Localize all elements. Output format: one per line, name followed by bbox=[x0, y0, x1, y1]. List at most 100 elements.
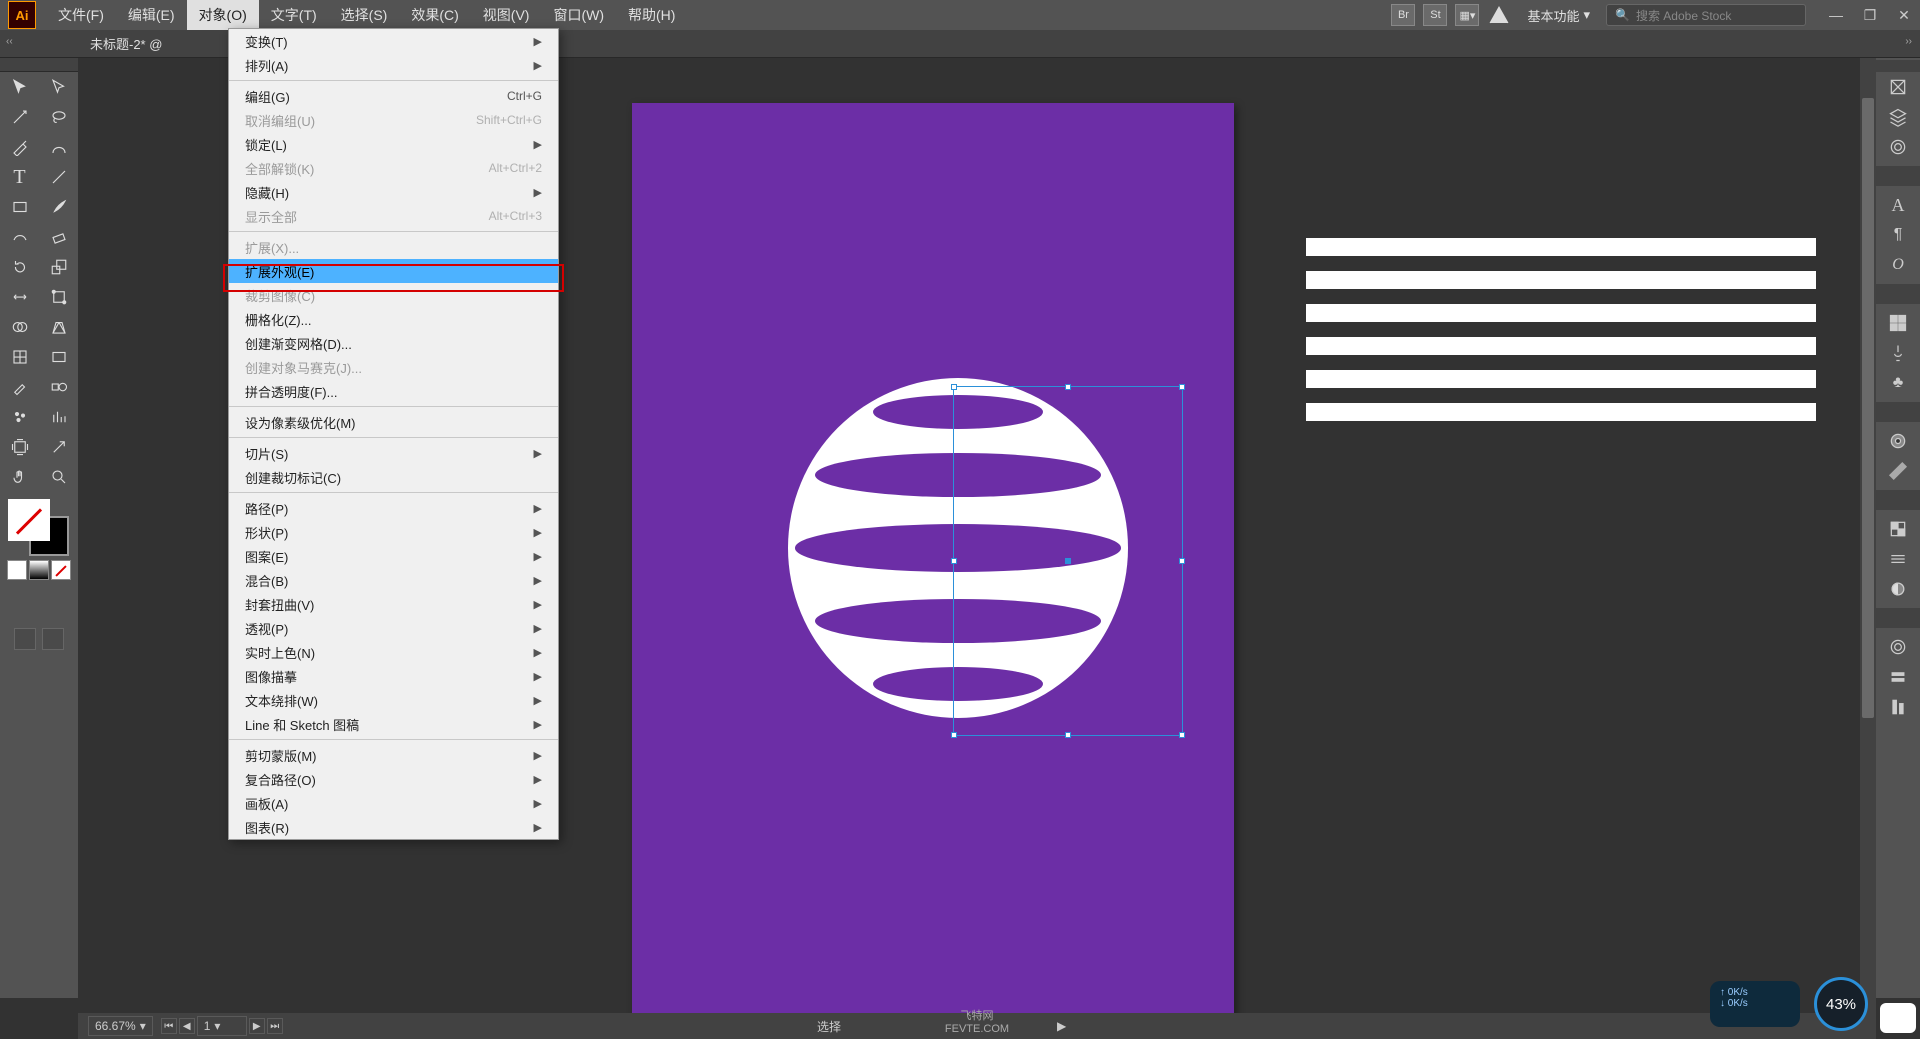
swatches-panel-icon[interactable] bbox=[1881, 308, 1915, 338]
none-mode-btn[interactable] bbox=[51, 560, 71, 580]
menu-item-图表R[interactable]: 图表(R)▶ bbox=[229, 815, 558, 839]
align-panel-icon[interactable] bbox=[1881, 692, 1915, 722]
menu-item-路径P[interactable]: 路径(P)▶ bbox=[229, 496, 558, 520]
menu-item-封套扭曲V[interactable]: 封套扭曲(V)▶ bbox=[229, 592, 558, 616]
menu-item-形状P[interactable]: 形状(P)▶ bbox=[229, 520, 558, 544]
menu-file[interactable]: 文件(F) bbox=[46, 0, 116, 30]
menu-item-图像描摹[interactable]: 图像描摹▶ bbox=[229, 664, 558, 688]
menu-item-创建渐变网格D[interactable]: 创建渐变网格(D)... bbox=[229, 331, 558, 355]
menu-select[interactable]: 选择(S) bbox=[329, 0, 400, 30]
appearance-panel-icon[interactable] bbox=[1881, 632, 1915, 662]
graph-tool[interactable] bbox=[39, 402, 78, 432]
free-transform-tool[interactable] bbox=[39, 282, 78, 312]
pen-tool[interactable] bbox=[0, 132, 39, 162]
menu-item-Line和Sketch图稿[interactable]: Line 和 Sketch 图稿▶ bbox=[229, 712, 558, 736]
collapse-chev-right-icon[interactable]: ›› bbox=[1905, 36, 1912, 47]
blend-tool[interactable] bbox=[39, 372, 78, 402]
menu-item-扩展外观E[interactable]: 扩展外观(E) bbox=[229, 259, 558, 283]
gradient-panel-icon[interactable] bbox=[1881, 574, 1915, 604]
menu-item-文本绕排W[interactable]: 文本绕排(W)▶ bbox=[229, 688, 558, 712]
menu-item-图案E[interactable]: 图案(E)▶ bbox=[229, 544, 558, 568]
layers-panel-icon[interactable] bbox=[1881, 102, 1915, 132]
gradient-tool[interactable] bbox=[39, 342, 78, 372]
mesh-tool[interactable] bbox=[0, 342, 39, 372]
search-input[interactable]: 🔍 搜索 Adobe Stock bbox=[1606, 4, 1806, 26]
menu-item-变换T[interactable]: 变换(T)▶ bbox=[229, 29, 558, 53]
collapse-chev-icon[interactable]: ‹‹ bbox=[6, 36, 13, 47]
rectangle-tool[interactable] bbox=[0, 192, 39, 222]
paragraph-panel-icon[interactable]: ¶ bbox=[1881, 220, 1915, 250]
arrange-docs-button[interactable]: ▦▾ bbox=[1455, 4, 1479, 26]
last-artboard-btn[interactable]: ⏭ bbox=[267, 1018, 283, 1034]
scale-tool[interactable] bbox=[39, 252, 78, 282]
play-icon[interactable]: ▶ bbox=[1057, 1019, 1066, 1033]
hand-tool[interactable] bbox=[0, 462, 39, 492]
menu-item-剪切蒙版M[interactable]: 剪切蒙版(M)▶ bbox=[229, 743, 558, 767]
stock-button[interactable]: St bbox=[1423, 4, 1447, 26]
magic-wand-tool[interactable] bbox=[0, 102, 39, 132]
opentype-panel-icon[interactable]: O bbox=[1881, 250, 1915, 280]
rotate-tool[interactable] bbox=[0, 252, 39, 282]
width-tool[interactable] bbox=[0, 282, 39, 312]
zoom-tool[interactable] bbox=[39, 462, 78, 492]
window-close[interactable]: ✕ bbox=[1896, 7, 1912, 23]
symbols-panel-icon[interactable]: ♣ bbox=[1881, 368, 1915, 398]
selection-tool[interactable] bbox=[0, 72, 39, 102]
vertical-scrollbar[interactable] bbox=[1860, 58, 1876, 1013]
menu-item-设为像素级优化M[interactable]: 设为像素级优化(M) bbox=[229, 410, 558, 434]
selection-bounding-box[interactable] bbox=[953, 386, 1183, 736]
graphic-styles-panel-icon[interactable] bbox=[1881, 662, 1915, 692]
shape-builder-tool[interactable] bbox=[0, 312, 39, 342]
type-tool[interactable]: T bbox=[0, 162, 39, 192]
prev-artboard-btn[interactable]: ◀ bbox=[179, 1018, 195, 1034]
menu-item-混合B[interactable]: 混合(B)▶ bbox=[229, 568, 558, 592]
source-stripes[interactable] bbox=[1306, 238, 1816, 421]
direct-selection-tool[interactable] bbox=[39, 72, 78, 102]
menu-item-切片S[interactable]: 切片(S)▶ bbox=[229, 441, 558, 465]
gradient-mode-btn[interactable] bbox=[29, 560, 49, 580]
character-panel-icon[interactable]: A bbox=[1881, 190, 1915, 220]
gpu-icon[interactable] bbox=[1487, 4, 1511, 26]
brush-tool[interactable] bbox=[39, 192, 78, 222]
curvature-tool[interactable] bbox=[39, 132, 78, 162]
shaper-tool[interactable] bbox=[0, 222, 39, 252]
window-restore[interactable]: ❐ bbox=[1862, 7, 1878, 23]
zoom-dropdown[interactable]: 66.67% ▾ bbox=[88, 1016, 153, 1036]
fill-swatch[interactable] bbox=[9, 500, 49, 540]
color-guide-panel-icon[interactable] bbox=[1881, 456, 1915, 486]
color-mode-btn[interactable] bbox=[7, 560, 27, 580]
symbol-tool[interactable] bbox=[0, 402, 39, 432]
tool-panel-head[interactable] bbox=[0, 58, 78, 72]
menu-item-排列A[interactable]: 排列(A)▶ bbox=[229, 53, 558, 77]
fill-stroke-swatch[interactable] bbox=[9, 500, 69, 556]
stroke-panel-icon[interactable] bbox=[1881, 544, 1915, 574]
line-tool[interactable] bbox=[39, 162, 78, 192]
slice-tool[interactable] bbox=[39, 432, 78, 462]
menu-item-实时上色N[interactable]: 实时上色(N)▶ bbox=[229, 640, 558, 664]
transparency-panel-icon[interactable] bbox=[1881, 514, 1915, 544]
perspective-tool[interactable] bbox=[39, 312, 78, 342]
brushes-panel-icon[interactable] bbox=[1881, 338, 1915, 368]
menu-item-编组G[interactable]: 编组(G)Ctrl+G bbox=[229, 84, 558, 108]
menu-item-透视P[interactable]: 透视(P)▶ bbox=[229, 616, 558, 640]
properties-panel-icon[interactable] bbox=[1881, 72, 1915, 102]
screen-mode-btn[interactable] bbox=[14, 628, 36, 650]
artboard-tool[interactable] bbox=[0, 432, 39, 462]
eraser-tool[interactable] bbox=[39, 222, 78, 252]
menu-help[interactable]: 帮助(H) bbox=[616, 0, 687, 30]
menu-item-锁定L[interactable]: 锁定(L)▶ bbox=[229, 132, 558, 156]
window-minimize[interactable]: — bbox=[1828, 7, 1844, 23]
color-panel-icon[interactable] bbox=[1881, 426, 1915, 456]
menu-type[interactable]: 文字(T) bbox=[259, 0, 329, 30]
menu-item-栅格化Z[interactable]: 栅格化(Z)... bbox=[229, 307, 558, 331]
menu-object[interactable]: 对象(O) bbox=[187, 0, 259, 30]
menu-effect[interactable]: 效果(C) bbox=[399, 0, 470, 30]
libraries-panel-icon[interactable] bbox=[1881, 132, 1915, 162]
first-artboard-btn[interactable]: ⏮ bbox=[161, 1018, 177, 1034]
eyedropper-tool[interactable] bbox=[0, 372, 39, 402]
menu-edit[interactable]: 编辑(E) bbox=[116, 0, 187, 30]
menu-item-隐藏H[interactable]: 隐藏(H)▶ bbox=[229, 180, 558, 204]
workspace-switcher[interactable]: 基本功能 ▾ bbox=[1519, 6, 1598, 25]
document-tab[interactable]: 未标题-2* @ bbox=[90, 34, 162, 53]
bridge-button[interactable]: Br bbox=[1391, 4, 1415, 26]
